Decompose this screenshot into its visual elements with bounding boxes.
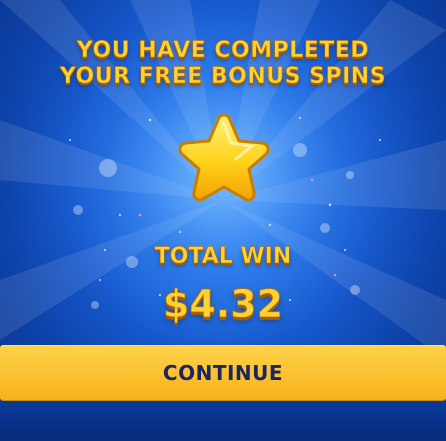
continue-button[interactable]: CONTINUE bbox=[0, 345, 446, 401]
title-line-1: YOU HAVE COMPLETED bbox=[76, 38, 370, 64]
star-icon bbox=[178, 113, 270, 202]
continue-button-label: CONTINUE bbox=[162, 361, 284, 385]
total-win-amount: $4.32 bbox=[162, 282, 284, 327]
total-win-label: TOTAL WIN bbox=[154, 244, 292, 270]
title-line-2: YOUR FREE BONUS SPINS bbox=[59, 64, 387, 90]
bonus-complete-screen: YOU HAVE COMPLETED YOUR FREE BONUS SPINS… bbox=[0, 0, 446, 441]
bottom-background bbox=[0, 401, 446, 441]
